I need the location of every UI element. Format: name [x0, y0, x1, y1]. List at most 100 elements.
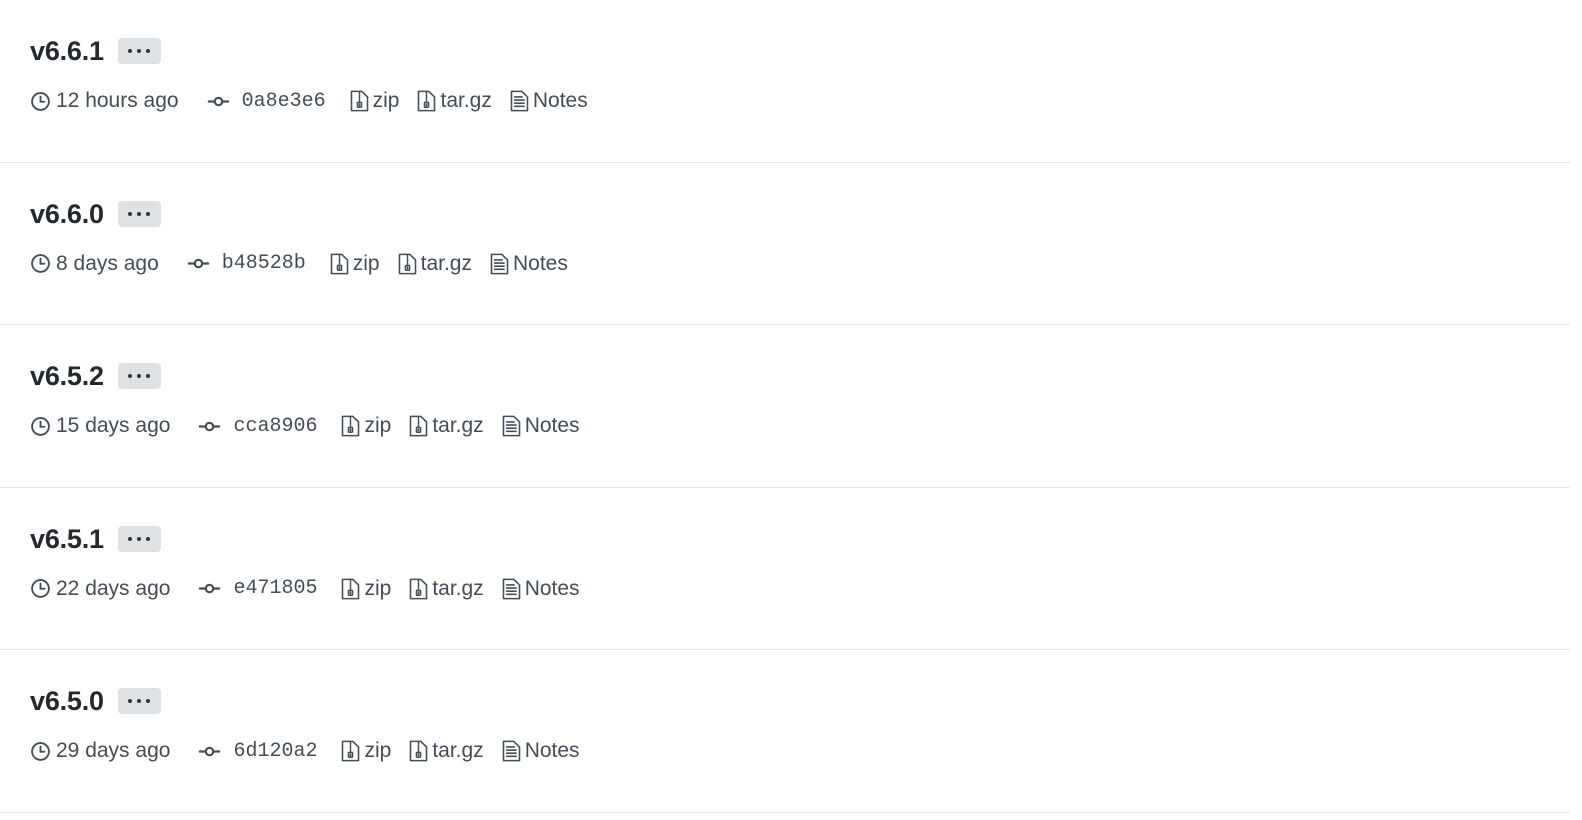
release-zip-label: zip — [364, 739, 392, 762]
release-notes-link[interactable]: Notes — [502, 414, 580, 438]
release-version-link[interactable]: v6.5.0 — [30, 684, 104, 718]
release-commit-link[interactable]: e471805 — [198, 577, 317, 600]
release-notes-label: Notes — [524, 576, 580, 600]
release-version-link[interactable]: v6.5.1 — [30, 522, 104, 556]
kebab-dot — [137, 374, 142, 378]
release-zip-label: zip — [372, 89, 400, 112]
release-targz-label: tar.gz — [420, 251, 472, 275]
release-commit-hash: cca8906 — [233, 414, 318, 438]
release-time: 8 days ago — [30, 252, 159, 276]
release-header: v6.5.1 — [30, 522, 1582, 556]
release-meta: 29 days ago 6d120a2 zip tar.gz Notes — [30, 737, 1582, 765]
release-time: 12 hours ago — [30, 89, 179, 113]
release-targz-link[interactable]: tar.gz — [398, 252, 472, 276]
file-text-icon — [502, 415, 521, 437]
kebab-dot — [146, 536, 151, 541]
clock-icon — [30, 253, 51, 274]
release-time-label: 29 days ago — [56, 739, 171, 762]
clock-icon — [30, 91, 51, 112]
file-text-icon — [490, 253, 509, 275]
release-zip-link[interactable]: zip — [341, 739, 391, 763]
release-time-label: 22 days ago — [56, 576, 171, 600]
kebab-horizontal-icon[interactable] — [117, 688, 161, 714]
releases-list: v6.6.1 12 hours ago 0a8e3e6 zip tar.gz N… — [0, 0, 1582, 813]
file-text-icon — [502, 740, 521, 762]
release-row: v6.6.0 8 days ago b48528b zip tar.gz Not… — [0, 163, 1582, 326]
release-header: v6.6.1 — [30, 34, 1582, 68]
release-zip-label: zip — [364, 414, 392, 437]
kebab-horizontal-icon[interactable] — [117, 363, 161, 389]
release-row: v6.5.1 22 days ago e471805 zip tar.gz No… — [0, 488, 1582, 651]
release-time-label: 12 hours ago — [56, 89, 179, 112]
kebab-horizontal-icon[interactable] — [117, 200, 161, 227]
release-notes-label: Notes — [513, 251, 568, 275]
release-time-label: 8 days ago — [56, 251, 159, 275]
kebab-dot — [128, 49, 133, 53]
file-text-icon — [502, 578, 521, 600]
kebab-dot — [146, 211, 151, 216]
release-targz-label: tar.gz — [432, 414, 484, 437]
release-zip-link[interactable]: zip — [350, 89, 400, 113]
kebab-horizontal-icon[interactable] — [117, 525, 161, 552]
release-targz-link[interactable]: tar.gz — [409, 576, 484, 601]
release-row: v6.6.1 12 hours ago 0a8e3e6 zip tar.gz N… — [0, 0, 1582, 163]
kebab-dot — [137, 211, 142, 216]
release-commit-link[interactable]: b48528b — [187, 252, 306, 275]
release-notes-label: Notes — [532, 89, 588, 112]
release-targz-link[interactable]: tar.gz — [409, 414, 484, 438]
release-commit-hash: e471805 — [233, 577, 318, 600]
release-zip-link[interactable]: zip — [341, 414, 391, 438]
release-commit-hash: b48528b — [221, 252, 306, 275]
release-header: v6.6.0 — [30, 197, 1582, 231]
release-notes-link[interactable]: Notes — [490, 252, 568, 276]
kebab-horizontal-icon[interactable] — [117, 38, 161, 64]
release-targz-link[interactable]: tar.gz — [417, 89, 492, 113]
release-zip-label: zip — [352, 251, 380, 275]
kebab-dot — [146, 374, 151, 378]
clock-icon — [30, 741, 51, 762]
kebab-dot — [146, 699, 151, 703]
release-targz-label: tar.gz — [432, 739, 484, 762]
release-commit-link[interactable]: 0a8e3e6 — [207, 90, 326, 113]
release-zip-label: zip — [364, 576, 392, 600]
release-notes-link[interactable]: Notes — [502, 577, 580, 601]
kebab-dot — [146, 49, 151, 53]
file-zip-icon — [409, 578, 428, 600]
release-version-link[interactable]: v6.6.0 — [30, 197, 104, 231]
clock-icon — [30, 578, 51, 599]
file-zip-icon — [341, 578, 360, 600]
kebab-dot — [128, 211, 133, 216]
file-zip-icon — [341, 740, 360, 762]
file-zip-icon — [409, 415, 428, 437]
release-header: v6.5.0 — [30, 684, 1582, 718]
release-targz-label: tar.gz — [432, 576, 484, 600]
release-zip-link[interactable]: zip — [330, 252, 380, 276]
release-notes-link[interactable]: Notes — [502, 739, 580, 763]
kebab-dot — [128, 536, 133, 541]
git-commit-icon — [207, 91, 230, 112]
release-commit-link[interactable]: cca8906 — [198, 415, 317, 438]
file-zip-icon — [341, 415, 360, 437]
release-row: v6.5.2 15 days ago cca8906 zip tar.gz No… — [0, 325, 1582, 488]
kebab-dot — [137, 699, 142, 703]
release-commit-link[interactable]: 6d120a2 — [198, 740, 317, 763]
release-version-link[interactable]: v6.5.2 — [30, 359, 104, 393]
release-commit-hash: 6d120a2 — [233, 739, 318, 763]
release-header: v6.5.2 — [30, 359, 1582, 393]
release-targz-link[interactable]: tar.gz — [409, 739, 484, 763]
release-notes-link[interactable]: Notes — [510, 89, 588, 113]
release-meta: 8 days ago b48528b zip tar.gz Notes — [30, 250, 1582, 278]
release-version-link[interactable]: v6.6.1 — [30, 34, 104, 68]
release-meta: 15 days ago cca8906 zip tar.gz Notes — [30, 412, 1582, 440]
release-commit-hash: 0a8e3e6 — [241, 89, 326, 113]
release-targz-label: tar.gz — [440, 89, 492, 112]
file-zip-icon — [409, 740, 428, 762]
kebab-dot — [137, 536, 142, 541]
release-row: v6.5.0 29 days ago 6d120a2 zip tar.gz No… — [0, 650, 1582, 813]
release-zip-link[interactable]: zip — [341, 577, 391, 601]
kebab-dot — [137, 49, 142, 53]
release-time: 15 days ago — [30, 414, 170, 438]
release-time: 29 days ago — [30, 739, 170, 763]
git-commit-icon — [187, 253, 210, 274]
file-zip-icon — [417, 90, 436, 112]
